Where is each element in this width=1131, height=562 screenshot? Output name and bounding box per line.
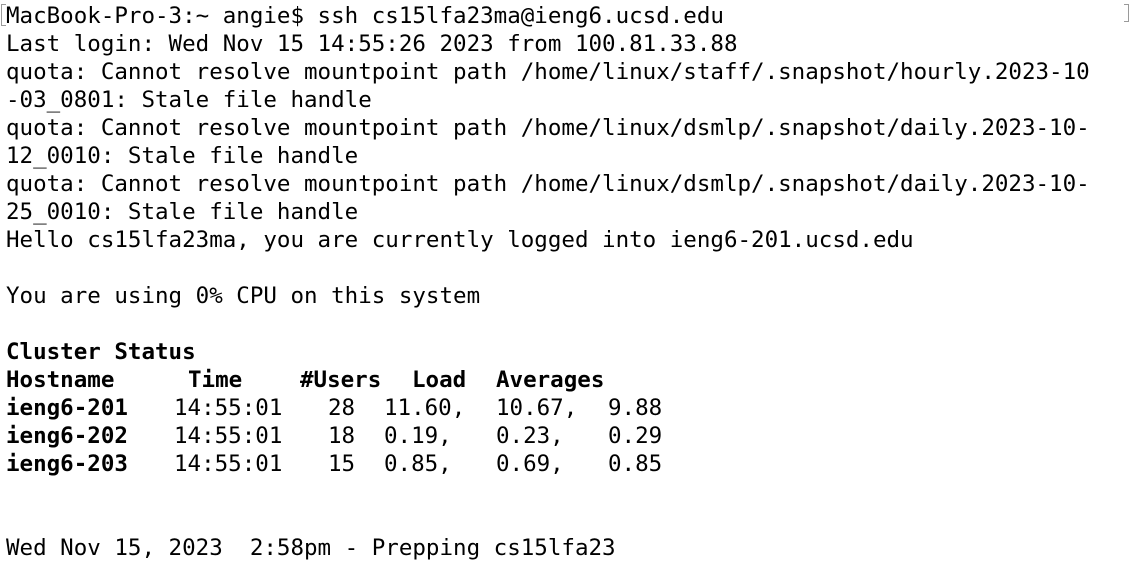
load-2-cell: 10.67,: [496, 395, 578, 421]
load-3-cell: 0.85: [608, 451, 663, 477]
users-cell: 18: [328, 423, 356, 449]
quota-error-line: quota: Cannot resolve mountpoint path /h…: [6, 59, 1090, 85]
cpu-usage-line: You are using 0% CPU on this system: [6, 283, 481, 309]
users-cell: 28: [328, 395, 356, 421]
load-3-cell: 9.88: [608, 395, 663, 421]
table-row: ieng6-203 14:55:01 15 0.85, 0.69, 0.85: [6, 450, 1126, 478]
cluster-status-title: Cluster Status: [6, 339, 196, 365]
quota-error-line: quota: Cannot resolve mountpoint path /h…: [6, 171, 1090, 197]
selection-right-bracket: [1124, 4, 1129, 22]
header-averages: Averages: [496, 367, 605, 393]
terminal-output[interactable]: MacBook-Pro-3:~ angie$ ssh cs15lfa23ma@i…: [6, 2, 1126, 562]
header-load: Load: [412, 367, 467, 393]
hostname-cell: ieng6-202: [6, 423, 128, 449]
selection-left-bracket: [1, 4, 6, 26]
load-1-cell: 0.85,: [384, 451, 452, 477]
quota-error-line: quota: Cannot resolve mountpoint path /h…: [6, 115, 1090, 141]
hostname-cell: ieng6-201: [6, 395, 128, 421]
header-users: #Users: [300, 367, 382, 393]
prompt-line: MacBook-Pro-3:~ angie$ ssh cs15lfa23ma@i…: [6, 3, 724, 29]
last-login-line: Last login: Wed Nov 15 14:55:26 2023 fro…: [6, 31, 738, 57]
quota-error-line: 12_0010: Stale file handle: [6, 143, 359, 169]
users-cell: 15: [328, 451, 356, 477]
header-time: Time: [188, 367, 243, 393]
load-2-cell: 0.23,: [496, 423, 564, 449]
header-hostname: Hostname: [6, 367, 115, 393]
load-1-cell: 0.19,: [384, 423, 452, 449]
load-1-cell: 11.60,: [384, 395, 466, 421]
table-row: ieng6-202 14:55:01 18 0.19, 0.23, 0.29: [6, 422, 1126, 450]
load-2-cell: 0.69,: [496, 451, 564, 477]
hostname-cell: ieng6-203: [6, 451, 128, 477]
time-cell: 14:55:01: [174, 395, 283, 421]
cluster-header-row: Hostname Time #Users Load Averages: [6, 366, 1126, 394]
quota-error-line: -03_0801: Stale file handle: [6, 87, 372, 113]
load-3-cell: 0.29: [608, 423, 663, 449]
table-row: ieng6-201 14:55:01 28 11.60, 10.67, 9.88: [6, 394, 1126, 422]
hello-line: Hello cs15lfa23ma, you are currently log…: [6, 227, 914, 253]
time-cell: 14:55:01: [174, 451, 283, 477]
quota-error-line: 25_0010: Stale file handle: [6, 199, 359, 225]
time-cell: 14:55:01: [174, 423, 283, 449]
